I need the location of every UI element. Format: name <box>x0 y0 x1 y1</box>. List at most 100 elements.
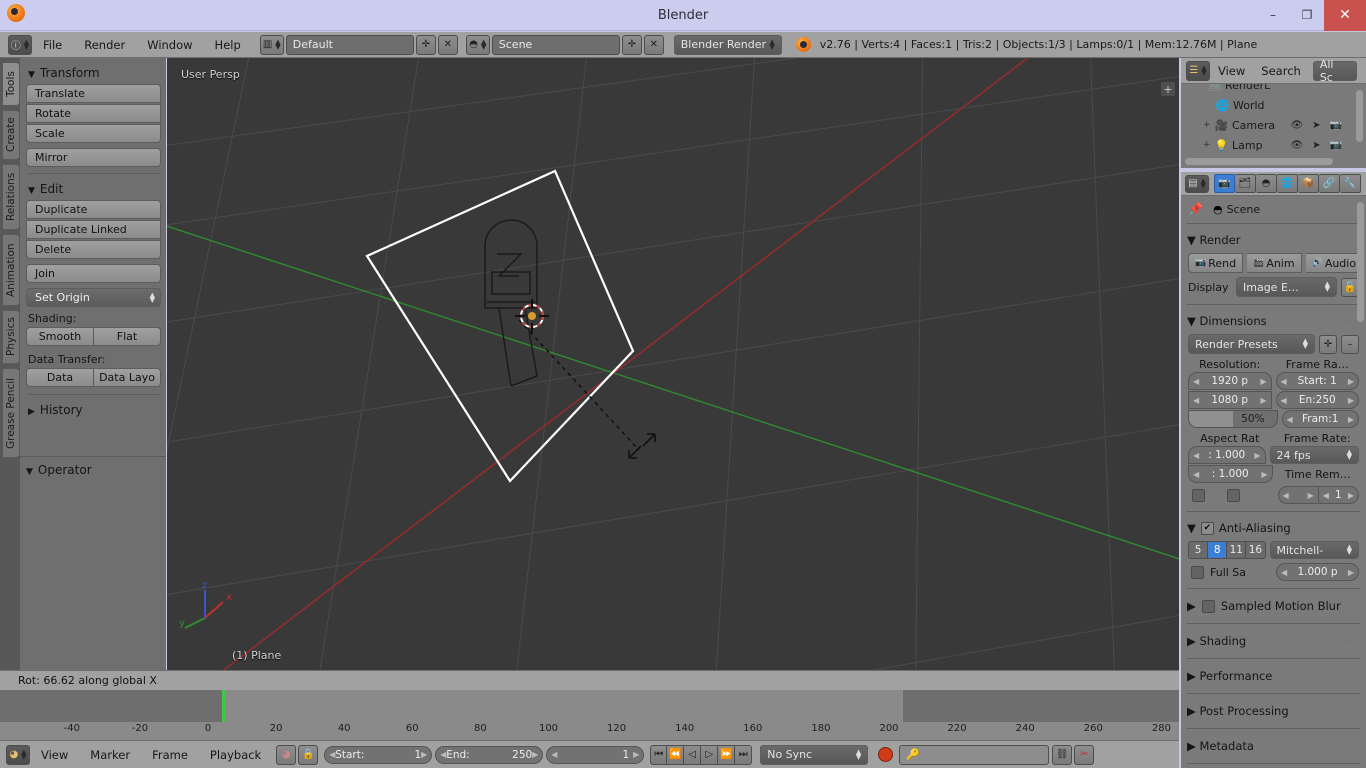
aa-sample-16[interactable]: 16 <box>1246 542 1264 558</box>
lock-icon[interactable]: 🔒 <box>298 745 318 765</box>
menu-view[interactable]: View <box>30 742 79 768</box>
set-origin-dropdown[interactable]: Set Origin ▲▼ <box>26 288 161 307</box>
tab-physics[interactable]: Physics <box>3 310 20 364</box>
frame-rate-dropdown[interactable]: 24 fps ▲▼ <box>1270 446 1360 464</box>
sync-mode-dropdown[interactable]: No Sync ▲▼ <box>760 745 868 765</box>
join-button[interactable]: Join <box>26 264 161 283</box>
expander-icon[interactable]: + <box>1203 140 1214 150</box>
eye-icon[interactable]: 👁 <box>1290 120 1303 131</box>
menu-frame[interactable]: Frame <box>141 742 199 768</box>
scale-button[interactable]: Scale <box>26 124 161 143</box>
outliner-row-world[interactable]: 🌐 World <box>1181 95 1366 115</box>
menu-render[interactable]: Render <box>73 32 136 58</box>
panel-header-edit[interactable]: ▼Edit :::: <box>26 180 161 200</box>
aspect-x-field[interactable]: ◀ : 1.000 ▶ <box>1188 446 1266 464</box>
shade-flat-button[interactable]: Flat <box>93 327 161 346</box>
next-keyframe-icon[interactable]: ⏩ <box>718 745 735 765</box>
panel-header-transform[interactable]: ▼Transform :::: <box>26 64 161 84</box>
tab-tools[interactable]: Tools <box>3 62 20 106</box>
resolution-x-field[interactable]: ◀ 1920 p ▶ <box>1188 372 1272 390</box>
resolution-percentage-slider[interactable]: 50% <box>1188 410 1278 428</box>
modifiers-tab[interactable]: 🔧 <box>1340 174 1361 193</box>
crop-checkbox[interactable] <box>1227 489 1240 502</box>
properties-vertical-scrollbar[interactable] <box>1357 202 1364 322</box>
record-icon[interactable] <box>878 747 893 762</box>
outliner-editor-icon[interactable]: ☰ ▲▼ <box>1186 61 1210 81</box>
camera-restrict-icon[interactable]: 📷 <box>1330 120 1342 131</box>
3d-viewport[interactable]: y x z User Persp (1) Plane + <box>167 58 1179 670</box>
translate-button[interactable]: Translate <box>26 84 161 103</box>
add-screen-layout-button[interactable]: ✛ <box>416 35 436 55</box>
scene-icon[interactable]: ◓ ▲▼ <box>466 35 490 55</box>
panel-header-history[interactable]: ▶History :::: <box>26 401 161 421</box>
screen-layout-field[interactable]: Default <box>286 35 414 55</box>
border-checkbox[interactable] <box>1192 489 1205 502</box>
shade-smooth-button[interactable]: Smooth <box>26 327 93 346</box>
scene-tab[interactable]: ◓ <box>1256 174 1277 193</box>
frame-start-field[interactable]: ◀ Start: 1 ▶ <box>1276 372 1360 390</box>
mirror-button[interactable]: Mirror <box>26 148 161 167</box>
outliner-row-renderlayers[interactable]: 🖼 RenderL <box>1181 84 1366 95</box>
render-layers-tab[interactable]: 🗂 <box>1235 174 1256 193</box>
menu-help[interactable]: Help <box>204 32 252 58</box>
outliner-vertical-scrollbar[interactable] <box>1356 90 1363 142</box>
cursor-icon[interactable]: ➤ <box>1312 140 1320 151</box>
outliner-horizontal-scrollbar[interactable] <box>1185 158 1333 165</box>
panel-header-metadata[interactable]: ▶ Metadata :::: <box>1181 734 1366 758</box>
menu-view[interactable]: View <box>1210 58 1253 84</box>
scene-field[interactable]: Scene <box>492 35 620 55</box>
render-audio-button[interactable]: 🔊 Audio <box>1306 253 1363 273</box>
rotate-button[interactable]: Rotate <box>26 104 161 123</box>
frame-step-field[interactable]: ◀ Fram:1 ▶ <box>1282 410 1360 428</box>
add-scene-button[interactable]: ✛ <box>622 35 642 55</box>
info-editor-icon[interactable]: ⓘ ▲▼ <box>8 35 32 55</box>
jump-start-icon[interactable]: ⏮ <box>650 745 667 765</box>
properties-editor-icon[interactable]: ▤ ▲▼ <box>1185 175 1209 193</box>
menu-window[interactable]: Window <box>136 32 203 58</box>
frame-end-field[interactable]: ◀ End: 250 ▶ <box>435 746 543 764</box>
duplicate-button[interactable]: Duplicate <box>26 200 161 219</box>
properties-editor[interactable]: ▤ ▲▼ 📷 🗂 ◓ 🌐 📦 🔗 🔧 📌 ◓ Scene ▼ Render ::… <box>1181 172 1366 768</box>
time-remap-new-field[interactable]: ◀ 1 ▶ <box>1319 486 1359 504</box>
aspect-y-field[interactable]: ◀ : 1.000 ▶ <box>1188 465 1273 483</box>
full-sample-checkbox[interactable] <box>1191 566 1204 579</box>
render-engine-dropdown[interactable]: Blender Render ▲▼ <box>674 35 782 55</box>
render-animation-button[interactable]: 🎬 Anim <box>1247 253 1302 273</box>
tab-animation[interactable]: Animation <box>3 234 20 306</box>
remove-preset-button[interactable]: – <box>1341 335 1359 354</box>
aa-filter-size-field[interactable]: ◀ 1.000 p ▶ <box>1276 563 1359 581</box>
panel-header-post-processing[interactable]: ▶ Post Processing :::: <box>1181 699 1366 723</box>
camera-restrict-icon[interactable]: 📷 <box>1330 140 1342 151</box>
delete-scene-button[interactable]: ✕ <box>644 35 664 55</box>
outliner-row-lamp[interactable]: + 💡 Lamp 👁 ➤ 📷 <box>1181 135 1366 155</box>
outliner-tree[interactable]: 🖼 RenderL 🌐 World + 🎥 Camera 👁 ➤ 📷 + 💡 <box>1181 84 1366 168</box>
display-mode-dropdown[interactable]: All Sc <box>1313 61 1357 81</box>
render-image-button[interactable]: 📷 Rend <box>1188 253 1243 273</box>
world-tab[interactable]: 🌐 <box>1277 174 1298 193</box>
viewport-panel-toggle[interactable]: + <box>1161 82 1175 96</box>
current-frame-field[interactable]: ◀ 1 ▶ <box>546 746 644 764</box>
panel-header-render[interactable]: ▼ Render :::: <box>1181 229 1366 251</box>
menu-file[interactable]: File <box>32 32 73 58</box>
panel-header-operator[interactable]: ▼Operator :::: <box>26 463 160 477</box>
antialiasing-checkbox[interactable]: ✔ <box>1201 522 1214 535</box>
prev-keyframe-icon[interactable]: ⏪ <box>667 745 684 765</box>
render-presets-dropdown[interactable]: Render Presets ▲▼ <box>1188 334 1315 354</box>
timeline-track[interactable] <box>0 690 1179 722</box>
delete-screen-layout-button[interactable]: ✕ <box>438 35 458 55</box>
eye-icon[interactable]: 👁 <box>1290 140 1303 151</box>
outliner-editor[interactable]: ☰ ▲▼ View Search All Sc 🖼 RenderL 🌐 Worl… <box>1181 58 1366 168</box>
panel-header-dimensions[interactable]: ▼ Dimensions :::: <box>1181 310 1366 332</box>
play-reverse-icon[interactable]: ◁ <box>684 745 701 765</box>
maximize-button[interactable]: ❐ <box>1290 0 1324 31</box>
data-button[interactable]: Data <box>26 368 93 387</box>
tab-relations[interactable]: Relations <box>3 164 20 230</box>
panel-header-sampled-motion-blur[interactable]: ▶ Sampled Motion Blur <box>1181 594 1366 618</box>
resolution-y-field[interactable]: ◀ 1080 p ▶ <box>1188 391 1272 409</box>
tab-create[interactable]: Create <box>3 110 20 160</box>
cursor-icon[interactable]: ➤ <box>1312 120 1320 131</box>
aa-sample-11[interactable]: 11 <box>1227 542 1246 558</box>
jump-end-icon[interactable]: ⏭ <box>735 745 752 765</box>
timeline-editor[interactable]: -40-200204060801001201401601802002202402… <box>0 690 1179 768</box>
panel-header-performance[interactable]: ▶ Performance :::: <box>1181 664 1366 688</box>
